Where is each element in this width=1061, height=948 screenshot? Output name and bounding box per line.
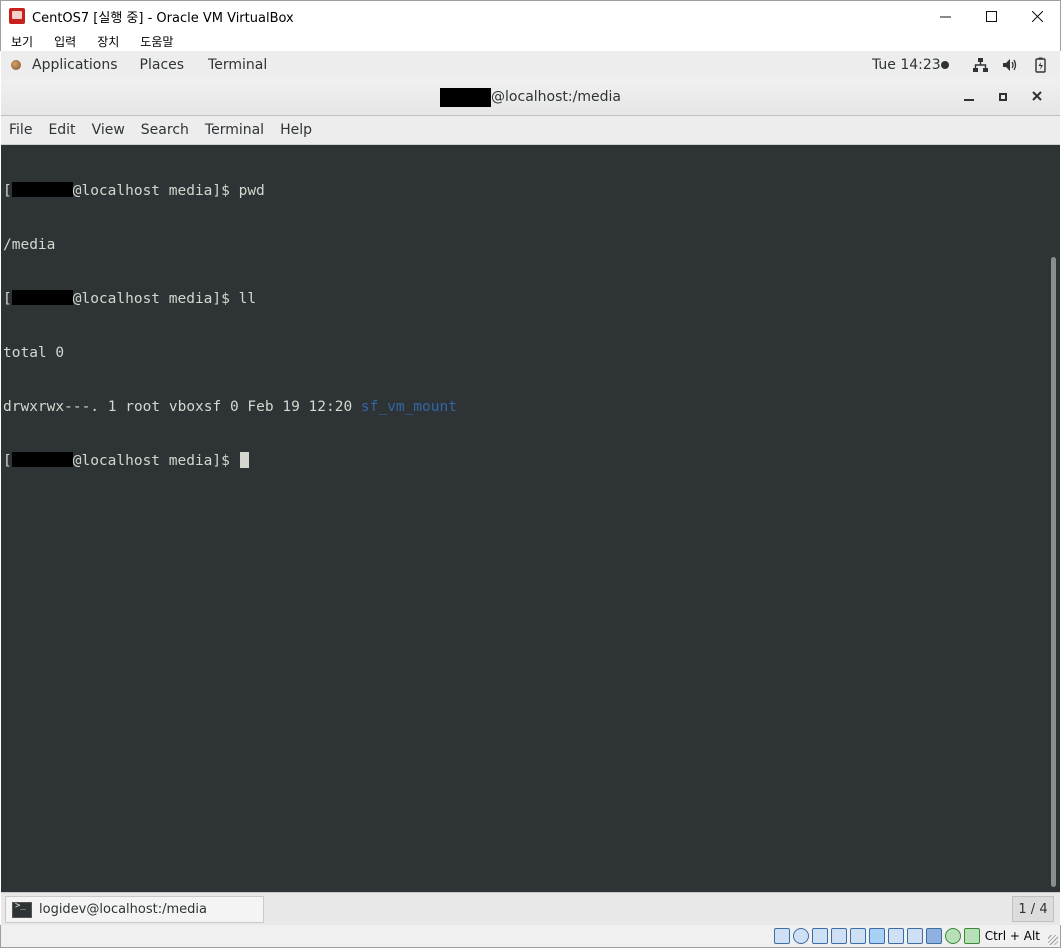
text-cursor [239,452,249,468]
places-menu[interactable]: Places [140,57,185,73]
battery-icon[interactable] [1031,56,1048,73]
vbox-window-title: CentOS7 [실행 중] - Oracle VM VirtualBox [32,10,294,26]
gnome-window-list: logidev@localhost:/media 1 / 4 [1,892,1060,925]
workspace-indicator[interactable]: 1 / 4 [1012,896,1054,922]
directory-name: sf_vm_mount [360,399,457,415]
system-tray[interactable] [971,56,1048,73]
virtualbox-app-icon [9,8,25,24]
scrollbar-thumb[interactable] [1051,257,1056,887]
close-icon [1032,91,1042,101]
terminal-app-menu[interactable]: Terminal [208,57,267,73]
maximize-button[interactable] [968,1,1014,31]
taskbar-item-label: logidev@localhost:/media [39,902,207,917]
maximize-icon [999,93,1007,101]
minimize-icon [964,99,974,101]
terminal-line: [@localhost media]$ pwd [3,182,265,199]
gnome-top-bar: Applications Places Terminal Tue 14:23 [1,51,1060,79]
guest-screen[interactable]: Applications Places Terminal Tue 14:23 @… [1,51,1060,925]
vbox-menu-devices[interactable]: 장치 [97,33,119,50]
vbox-menu-view[interactable]: 보기 [11,33,33,50]
mouse-integration-icon[interactable] [944,928,961,944]
host-key-icon[interactable] [963,928,980,944]
terminal-menubar: File Edit View Search Terminal Help [1,116,1060,145]
terminal-minimize-button[interactable] [952,89,986,105]
network-icon[interactable] [971,56,988,73]
menu-view[interactable]: View [92,122,125,138]
terminal-icon [12,901,32,918]
menu-help[interactable]: Help [280,122,312,138]
vbox-titlebar: CentOS7 [실행 중] - Oracle VM VirtualBox [0,0,1061,31]
vbox-status-icons: Ctrl + Alt [773,928,1040,944]
vbox-menu-input[interactable]: 입력 [54,33,76,50]
close-icon [1031,10,1043,22]
host-key-label: Ctrl + Alt [984,929,1040,943]
video-capture-icon[interactable] [906,928,923,944]
terminal-title-text: @localhost:/media [491,89,621,105]
minimize-icon [939,16,951,17]
audio-icon[interactable] [811,928,828,944]
terminal-window-controls [952,79,1054,115]
redacted-username [11,290,73,305]
terminal-headerbar[interactable]: @localhost:/media [1,79,1060,116]
vbox-menu-help[interactable]: 도움말 [140,33,173,50]
redacted-username [11,182,73,197]
terminal-title: @localhost:/media [440,87,621,107]
maximize-icon [985,10,997,22]
terminal-output[interactable]: [@localhost media]$ pwd /media [@localho… [1,145,1048,892]
terminal-prompt-line: [@localhost media]$ [3,452,1048,470]
menu-edit[interactable]: Edit [48,122,75,138]
terminal-close-button[interactable] [1020,89,1054,105]
terminal-maximize-button[interactable] [986,89,1020,105]
menu-search[interactable]: Search [141,122,189,138]
notification-dot-icon [941,61,949,69]
resize-grip-icon[interactable] [1048,935,1058,945]
terminal-line: drwxrwx---. 1 root vboxsf 0 Feb 19 12:20… [3,399,457,415]
menu-file[interactable]: File [9,122,32,138]
redacted-username [440,87,492,107]
clock[interactable]: Tue 14:23 [872,57,941,73]
vbox-window-controls [922,1,1060,31]
optical-drive-icon[interactable] [792,928,809,944]
close-button[interactable] [1014,1,1060,31]
shared-folders-icon[interactable] [868,928,885,944]
volume-icon[interactable] [1001,56,1018,73]
applications-menu[interactable]: Applications [32,57,118,73]
minimize-button[interactable] [922,1,968,31]
redacted-username [11,452,73,467]
vbox-menubar: 보기 입력 장치 도움말 [0,31,1061,51]
usb-icon[interactable] [849,928,866,944]
applications-icon [9,58,23,72]
display-icon[interactable] [887,928,904,944]
terminal-scrollbar[interactable] [1048,145,1060,892]
terminal-line: total 0 [3,345,65,361]
network-icon[interactable] [830,928,847,944]
terminal-line: /media [3,237,56,253]
vbox-status-bar: Ctrl + Alt [0,925,1061,948]
menu-terminal[interactable]: Terminal [205,122,264,138]
hard-disk-icon[interactable] [773,928,790,944]
virtualization-icon[interactable] [925,928,942,944]
terminal-line: [@localhost media]$ ll [3,290,257,307]
taskbar-terminal-item[interactable]: logidev@localhost:/media [5,896,264,923]
